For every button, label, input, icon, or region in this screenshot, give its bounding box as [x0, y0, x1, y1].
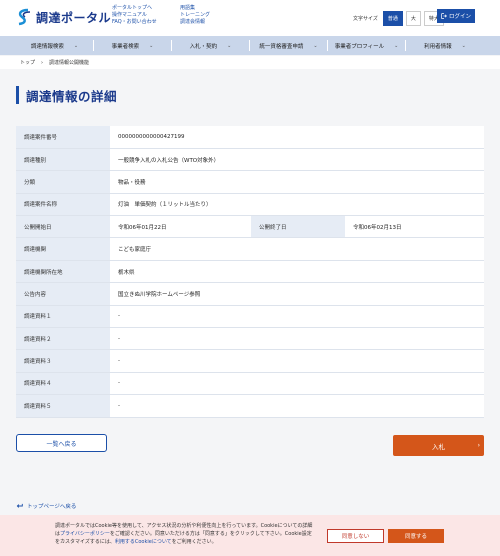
chevron-right-icon: › [477, 442, 480, 449]
case-number-value: 0000000000000427199 [110, 126, 484, 149]
field-label: 調達資料５ [16, 394, 110, 418]
site-header: 調達ポータル ポータルトップへ 操作マニュアル FAQ・お問い合わせ 用語集 ト… [0, 0, 500, 36]
nav-item-label: 事業者検索 [111, 43, 140, 50]
field-label: 調達種別 [16, 148, 110, 172]
chevron-down-icon: ⌄ [461, 42, 466, 49]
portal-top-link[interactable]: ポータルトップへ [112, 5, 157, 12]
nav-item-qualification[interactable]: 統一資格審査申請 ⌄ [250, 40, 328, 51]
table-row: 分類 物品・役務 [16, 170, 484, 194]
table-row: 調達資料２ - [16, 327, 484, 351]
chevron-down-icon: ⌄ [73, 42, 79, 49]
site-logo[interactable]: 調達ポータル [16, 8, 111, 26]
document-2-value: - [110, 327, 484, 351]
agency-location-value: 栃木県 [110, 260, 484, 284]
cookie-agree-button[interactable]: 同意する [388, 529, 444, 543]
case-name-value: 灯油 単価契約（１リットル当たり） [110, 193, 484, 217]
font-size-label: 文字サイズ [353, 16, 378, 22]
cookie-text-3: をご利用ください。 [171, 539, 217, 545]
back-to-top-link[interactable]: トップページへ戻る [16, 502, 76, 510]
table-row: 調達資料４ - [16, 372, 484, 396]
cookie-usage-link[interactable]: 利用するCookieについて [115, 539, 172, 545]
table-row: 調達種別 一般競争入札の入札公告（WTO対象外） [16, 148, 484, 172]
chevron-down-icon: ⌄ [394, 42, 399, 49]
cookie-message: 調達ポータルではCookie等を使用して、アクセス状況の分析や利便性向上を行って… [55, 522, 313, 546]
table-row: 調達資料３ - [16, 349, 484, 373]
table-row: 調達案件名称 灯油 単価契約（１リットル当たり） [16, 193, 484, 217]
login-label: ログイン [448, 14, 471, 20]
document-3-value: - [110, 349, 484, 373]
agency-value: こども家庭庁 [110, 237, 484, 261]
field-label: 公開終了日 [251, 215, 345, 239]
breadcrumb-current: 調達情報公開機能 [49, 60, 90, 66]
login-icon [441, 13, 447, 19]
table-row: 調達機関所在地 栃木県 [16, 260, 484, 284]
field-label: 調達資料２ [16, 327, 110, 351]
back-to-list-button[interactable]: 一覧へ戻る [16, 434, 107, 452]
page-title: 調達情報の詳細 [16, 86, 117, 104]
procurement-detail-table: 調達案件番号 0000000000000427199 調達種別 一般競争入札の入… [16, 126, 484, 418]
table-row: 調達案件番号 0000000000000427199 [16, 126, 484, 149]
nav-item-label: 事業者プロフィール [334, 43, 385, 50]
logo-mark-icon [18, 8, 31, 26]
font-size-normal-button[interactable]: 普通 [382, 11, 403, 26]
back-to-top-label: トップページへ戻る [27, 504, 77, 510]
notice-content-value: 国立きぬ川学院ホームページ参照 [110, 282, 484, 306]
cookie-decline-button[interactable]: 同意しない [327, 529, 384, 543]
nav-item-label: 利用者情報 [424, 43, 452, 50]
category-value: 物品・役務 [110, 170, 484, 194]
document-5-value: - [110, 394, 484, 418]
document-1-value: - [110, 305, 484, 329]
breadcrumb-home-link[interactable]: トップ [20, 59, 35, 66]
logo-text: 調達ポータル [36, 10, 112, 25]
publish-start-value: 令和06年01月22日 [110, 215, 251, 239]
nav-item-bidding[interactable]: 入札・契約 ⌄ [172, 40, 250, 51]
field-label: 調達機関 [16, 237, 110, 261]
nav-item-label: 入札・契約 [189, 43, 218, 50]
procurement-type-value: 一般競争入札の入札公告（WTO対象外） [110, 148, 484, 172]
field-label: 調達資料１ [16, 305, 110, 329]
header-links-primary: ポータルトップへ 操作マニュアル FAQ・お問い合わせ [112, 5, 157, 26]
field-label: 調達案件番号 [16, 126, 110, 149]
nav-item-label: 統一資格審査申請 [259, 43, 304, 50]
chevron-down-icon: ⌄ [313, 42, 318, 49]
training-link[interactable]: トレーニング [180, 12, 210, 19]
document-4-value: - [110, 372, 484, 396]
font-size-large-button[interactable]: 大 [405, 11, 421, 26]
header-links-secondary: 用語集 トレーニング 調達会情報 [180, 5, 210, 26]
table-row: 調達機関 こども家庭庁 [16, 237, 484, 261]
table-row: 公告内容 国立きぬ川学院ホームページ参照 [16, 282, 484, 306]
field-label: 公開開始日 [16, 215, 110, 239]
faq-link[interactable]: FAQ・お問い合わせ [112, 19, 157, 26]
breadcrumb: トップ › 調達情報公開機能 [0, 56, 500, 69]
nav-item-label: 調達情報検索 [30, 43, 64, 50]
procurement-meeting-link[interactable]: 調達会情報 [180, 19, 210, 26]
main-nav: 調達情報検索 ⌄ 事業者検索 ⌄ 入札・契約 ⌄ 統一資格審査申請 ⌄ 事業者プロフィー… [0, 36, 500, 55]
nav-item-business-search[interactable]: 事業者検索 ⌄ [94, 40, 172, 51]
field-label: 分類 [16, 170, 110, 194]
nav-item-procurement-search[interactable]: 調達情報検索 ⌄ [16, 40, 94, 51]
privacy-policy-link[interactable]: プライバシーポリシー [60, 531, 110, 537]
manual-link[interactable]: 操作マニュアル [112, 12, 157, 19]
bid-button[interactable]: 入札 › [393, 435, 484, 456]
breadcrumb-separator: › [41, 59, 44, 66]
cookie-consent-banner: 調達ポータルではCookie等を使用して、アクセス状況の分析や利便性向上を行って… [0, 515, 500, 556]
table-row: 調達資料５ - [16, 394, 484, 418]
return-arrow-icon [16, 503, 23, 508]
font-size-switcher: 文字サイズ 普通 大 特大 [353, 11, 444, 26]
field-label: 調達資料３ [16, 349, 110, 373]
chevron-down-icon: ⌄ [149, 42, 154, 49]
table-row: 公開開始日 令和06年01月22日 公開終了日 令和06年02月13日 [16, 215, 484, 239]
nav-item-user-info[interactable]: 利用者情報 ⌄ [406, 40, 484, 51]
glossary-link[interactable]: 用語集 [180, 5, 210, 12]
publish-end-value: 令和06年02月13日 [345, 215, 484, 239]
chevron-down-icon: ⌄ [227, 42, 232, 49]
field-label: 調達機関所在地 [16, 260, 110, 284]
nav-item-business-profile[interactable]: 事業者プロフィール ⌄ [328, 40, 406, 51]
bid-label: 入札 [432, 442, 445, 451]
field-label: 公告内容 [16, 282, 110, 306]
field-label: 調達資料４ [16, 372, 110, 396]
login-button[interactable]: ログイン [437, 9, 475, 23]
field-label: 調達案件名称 [16, 193, 110, 217]
table-row: 調達資料１ - [16, 305, 484, 329]
